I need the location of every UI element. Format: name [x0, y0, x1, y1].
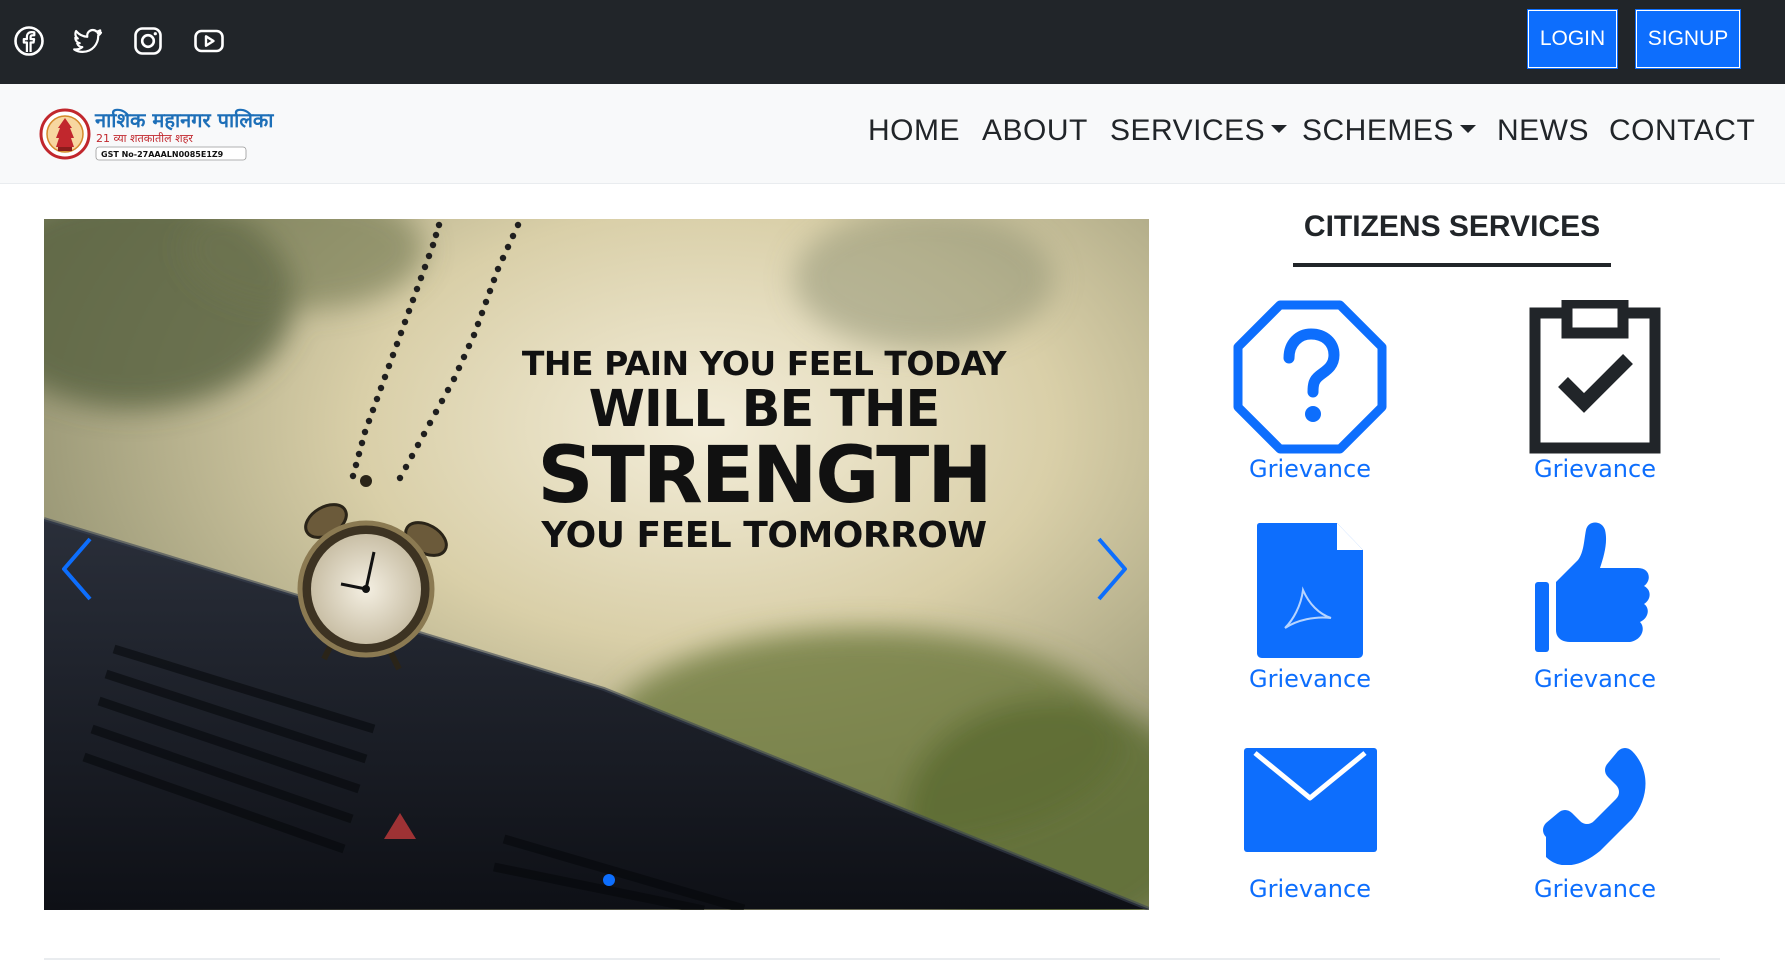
nav-contact-label: CONTACT [1609, 114, 1756, 147]
site-logo[interactable]: नाशिक महानगर पालिका 21 व्या शतकातील शहर … [38, 104, 323, 164]
nav-news-label: NEWS [1497, 114, 1589, 147]
facebook-icon[interactable] [13, 25, 45, 57]
nav-services-dropdown[interactable]: SERVICES [1110, 114, 1288, 148]
service-label: Grievance [1534, 665, 1656, 693]
service-grievance-3[interactable]: Grievance [1210, 520, 1410, 710]
caret-down-icon [1459, 125, 1476, 134]
envelope-icon [1244, 748, 1377, 852]
nav-services-label: SERVICES [1110, 114, 1266, 147]
nav-news[interactable]: NEWS [1497, 114, 1589, 148]
main-navbar: नाशिक महानगर पालिका 21 व्या शतकातील शहर … [0, 84, 1785, 184]
nav-home[interactable]: HOME [868, 114, 960, 148]
chevron-left-icon [62, 537, 92, 601]
service-label: Grievance [1249, 875, 1371, 903]
service-label: Grievance [1249, 455, 1371, 483]
nav-about-label: ABOUT [982, 114, 1088, 147]
nav-about[interactable]: ABOUT [982, 114, 1088, 148]
question-octagon-icon [1233, 300, 1387, 454]
telephone-icon [1543, 748, 1646, 865]
emblem-icon [39, 108, 91, 160]
nav-schemes-dropdown[interactable]: SCHEMES [1302, 114, 1476, 148]
service-label: Grievance [1249, 665, 1371, 693]
nav-schemes-label: SCHEMES [1302, 114, 1454, 147]
twitter-icon[interactable] [72, 25, 104, 57]
logo-gst: GST No-27AAALN0085E1Z9 [101, 150, 224, 159]
carousel-caption: THE PAIN YOU FEEL TODAY WILL BE THE STRE… [494, 344, 1034, 556]
clipboard-check-icon [1529, 300, 1661, 454]
nav-contact[interactable]: CONTACT [1609, 114, 1755, 148]
carousel-next-button[interactable] [1087, 529, 1137, 609]
youtube-icon[interactable] [193, 25, 225, 57]
service-label: Grievance [1534, 875, 1656, 903]
quote-line-4: YOU FEEL TOMORROW [541, 515, 987, 556]
services-title: CITIZENS SERVICES [1303, 210, 1601, 243]
login-button[interactable]: LOGIN [1527, 9, 1618, 69]
services-title-underline [1293, 263, 1611, 267]
service-grievance-1[interactable]: Grievance [1210, 300, 1410, 490]
section-divider [44, 958, 1720, 960]
caret-down-icon [1271, 125, 1288, 134]
service-label: Grievance [1534, 455, 1656, 483]
hero-carousel: THE PAIN YOU FEEL TODAY WILL BE THE STRE… [44, 219, 1149, 910]
signup-button[interactable]: SIGNUP [1635, 9, 1741, 69]
quote-line-1: THE PAIN YOU FEEL TODAY [521, 344, 1007, 383]
logo-subtitle: 21 व्या शतकातील शहर [96, 132, 193, 145]
logo-title: नाशिक महानगर पालिका [94, 108, 274, 132]
top-bar: LOGIN SIGNUP [0, 0, 1785, 84]
carousel-indicator-1[interactable] [603, 874, 615, 886]
service-grievance-4[interactable]: Grievance [1495, 520, 1695, 710]
quote-line-3: STRENGTH [537, 431, 992, 521]
service-grievance-2[interactable]: Grievance [1495, 300, 1695, 490]
thumbs-up-icon [1535, 522, 1650, 652]
service-grievance-5[interactable]: Grievance [1210, 735, 1410, 925]
pdf-file-icon [1257, 523, 1363, 658]
chevron-right-icon [1097, 537, 1127, 601]
instagram-icon[interactable] [132, 25, 164, 57]
nav-home-label: HOME [868, 114, 960, 147]
carousel-prev-button[interactable] [52, 529, 102, 609]
carousel-slide-image [44, 219, 1149, 910]
quote-line-2: WILL BE THE [588, 380, 941, 439]
service-grievance-6[interactable]: Grievance [1495, 735, 1695, 925]
